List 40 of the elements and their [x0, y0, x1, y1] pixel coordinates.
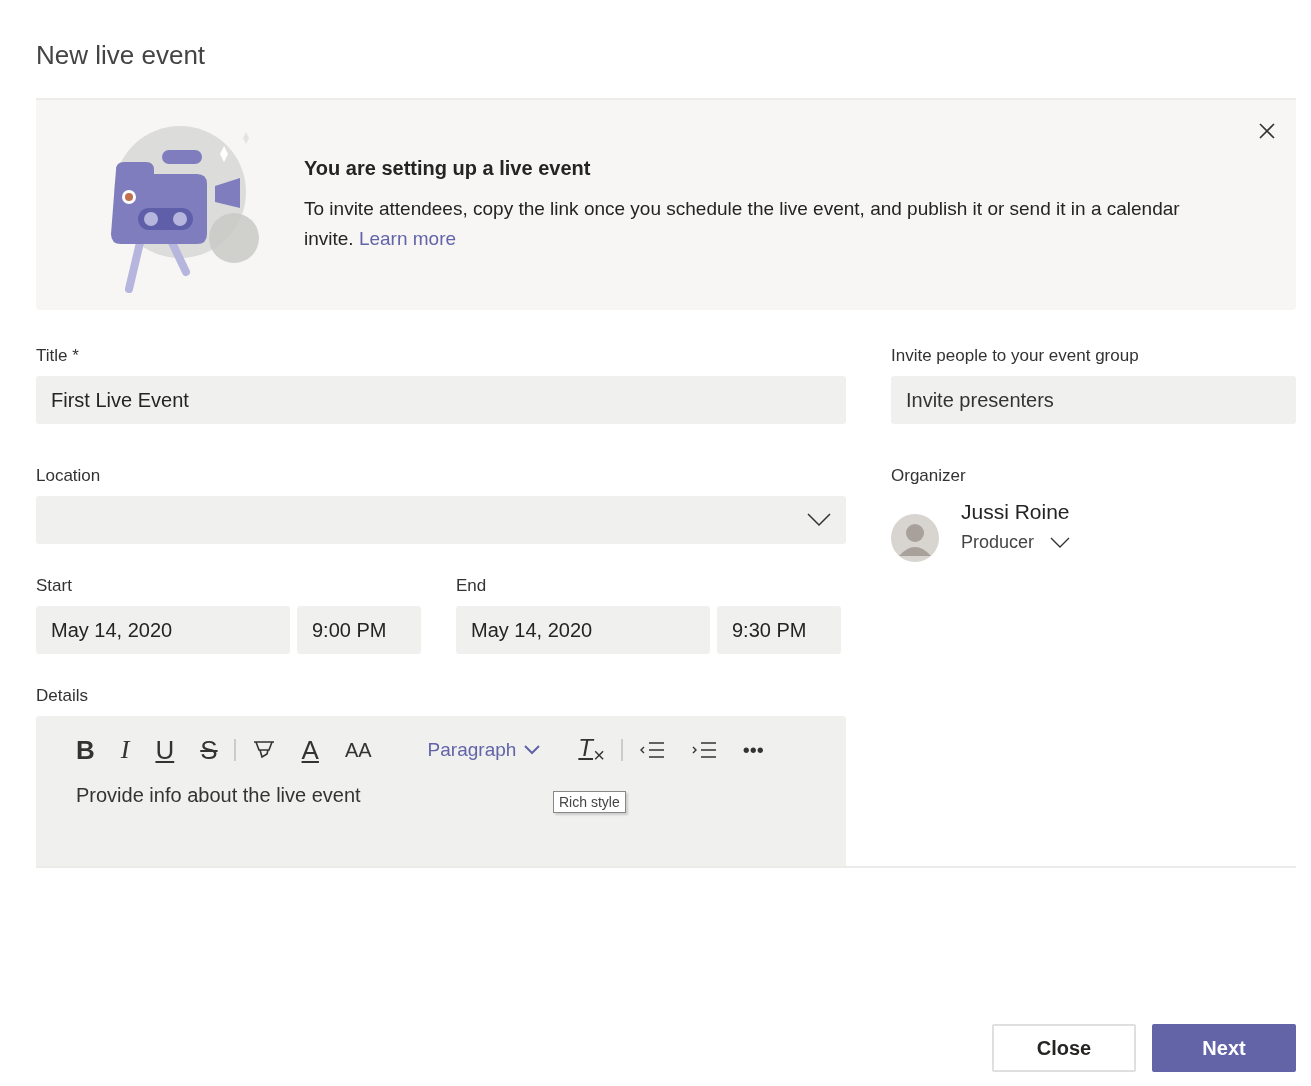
format-button[interactable]: S: [200, 734, 218, 766]
next-button[interactable]: Next: [1152, 1024, 1296, 1072]
format-button[interactable]: B: [76, 734, 95, 766]
format-button[interactable]: •••: [742, 738, 764, 762]
field-label: Details: [36, 686, 89, 706]
format-button[interactable]: A: [301, 734, 319, 766]
banner-heading: You are setting up a live event: [304, 156, 592, 180]
dialog-title: New live event: [36, 39, 207, 72]
details-placeholder: Provide info about the live event: [76, 784, 361, 807]
format-button[interactable]: U: [155, 734, 175, 766]
details-editor[interactable]: B I U S A AA Paragraph T$_{×}$ ••• Provide info about the live event Rich style: [36, 716, 846, 866]
field-label: Location: [36, 466, 102, 486]
date-field[interactable]: May 14, 2020: [456, 606, 710, 654]
chevron-down-icon: [524, 745, 541, 755]
field-label: Title *: [36, 346, 80, 366]
role-dropdown[interactable]: Producer: [961, 532, 1071, 553]
tooltip: Rich style: [553, 791, 626, 813]
paragraph-dropdown[interactable]: Paragraph: [427, 739, 541, 761]
format-button[interactable]: I: [120, 735, 130, 765]
close-button[interactable]: Close: [992, 1024, 1136, 1072]
banner-text: To invite attendees, copy the link once you schedule the live event, and publish it or send it in a calendar invite. Learn more: [304, 196, 1181, 251]
time-field[interactable]: 9:00 PM: [297, 606, 421, 654]
chevron-down-icon: [1050, 536, 1071, 549]
field-label: Start: [36, 576, 73, 596]
organizer-name: Jussi Roine: [961, 500, 1071, 524]
format-button[interactable]: AA: [344, 738, 372, 762]
invite-field[interactable]: Invite presenters: [891, 376, 1296, 424]
indent-icon[interactable]: [690, 741, 717, 759]
format-button[interactable]: T$_{×}$: [578, 733, 605, 767]
field-label: End: [456, 576, 488, 596]
learn-more-link[interactable]: Learn more: [358, 227, 457, 249]
highlighter-icon[interactable]: [251, 739, 276, 761]
time-field[interactable]: 9:30 PM: [717, 606, 841, 654]
title-field[interactable]: First Live Event: [36, 376, 846, 424]
date-field[interactable]: May 14, 2020: [36, 606, 290, 654]
field-label: Organizer: [891, 466, 967, 486]
field-label: Invite people to your event group: [891, 346, 1140, 366]
chevron-down-icon: [807, 513, 831, 527]
avatar: [891, 514, 939, 562]
outdent-icon[interactable]: [638, 741, 665, 759]
